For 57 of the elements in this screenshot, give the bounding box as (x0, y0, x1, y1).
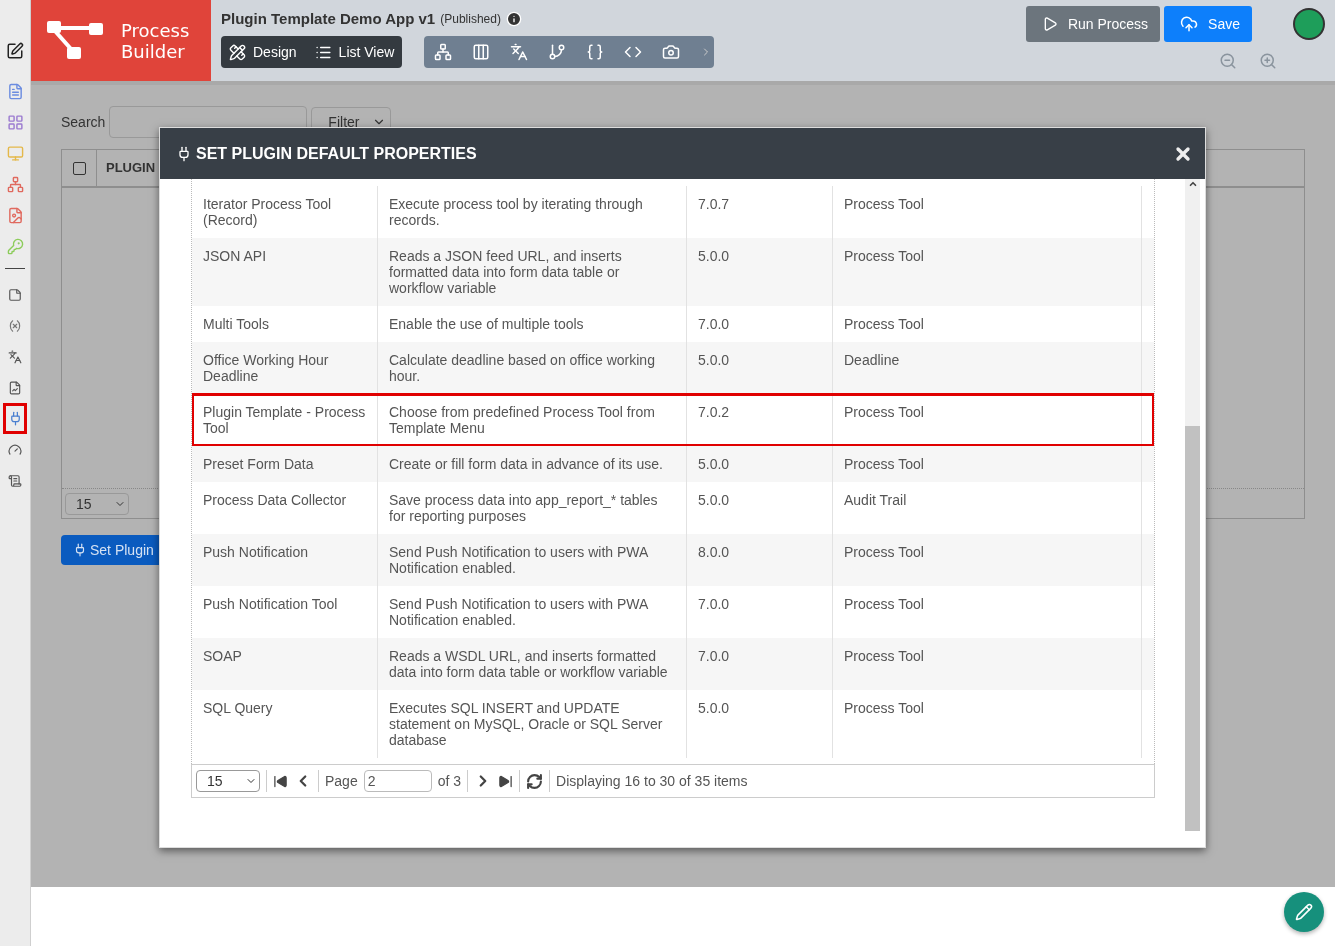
variable-icon (8, 318, 22, 333)
publish-status: (Published) (440, 11, 501, 26)
last-page-icon[interactable] (498, 773, 514, 789)
plug-icon (73, 543, 87, 557)
save-button[interactable]: Save (1164, 6, 1252, 42)
info-icon (505, 10, 522, 27)
zoom-in-icon[interactable] (1259, 52, 1277, 70)
plugin-row[interactable]: Plugin Template - Process Tool Choose from predefined Process Tool from Template Menu 7.0.2 Process Tool (192, 394, 1154, 446)
translate-icon (8, 349, 22, 364)
scroll-up-icon[interactable] (1187, 179, 1198, 189)
plugin-row[interactable]: Office Working Hour Deadline Calculate deadline based on office working hour. 5.0.0 Deadline (192, 342, 1154, 394)
tree-icon (6, 176, 24, 193)
page-size-select[interactable]: 15 (65, 492, 129, 515)
column-header: PLUGIN (96, 150, 156, 186)
page-info: Displaying 16 to 30 of 35 items (556, 773, 748, 789)
table-icon (6, 114, 24, 131)
logo-text: Process Builder (121, 19, 191, 62)
gauge-icon (8, 442, 22, 457)
cloud-upload-icon (1180, 15, 1199, 33)
user-avatar[interactable] (1293, 8, 1325, 40)
key-icon (6, 238, 24, 255)
type-cell: Process Tool (833, 690, 1142, 758)
design-icon (229, 43, 246, 61)
note-icon (8, 287, 22, 302)
document-icon (6, 83, 24, 100)
refresh-icon[interactable] (526, 772, 544, 790)
run-process-button[interactable]: Run Process (1025, 6, 1161, 42)
view-mode-button[interactable]: List View (314, 43, 395, 61)
monitor-icon (6, 145, 24, 162)
hierarchy-icon[interactable] (434, 43, 453, 61)
page-count: of 3 (437, 773, 462, 789)
name-cell: SQL Query (192, 690, 378, 758)
scroll-icon (8, 473, 22, 488)
plugin-row[interactable]: JSON API Reads a JSON feed URL, and inserts formatted data into form data table or workflow variable 5.0.0 Process Tool (192, 238, 1154, 306)
page-size-select[interactable]: 15 (196, 770, 260, 792)
plug-icon (176, 145, 192, 162)
plugin-row[interactable]: Push Notification Send Push Notification to users with PWA Notification enabled. 8.0.0 Process Tool (192, 534, 1154, 586)
search-label: Search (61, 114, 106, 130)
view-mode-button[interactable]: Design (229, 43, 297, 61)
select-all-checkbox[interactable] (73, 161, 86, 175)
dialog-title: SET PLUGIN DEFAULT PROPERTIES (196, 144, 477, 163)
app-title: Plugin Template Demo App v1 (221, 10, 436, 27)
page-label: Page (325, 773, 358, 789)
zoom-out-icon[interactable] (1219, 52, 1237, 70)
description-cell: Executes SQL INSERT and UPDATE statement on MySQL, Oracle or SQL Server database (378, 690, 687, 758)
translate-icon[interactable] (510, 43, 529, 61)
page-field[interactable]: 2 (363, 770, 432, 792)
pencil-icon (1295, 903, 1313, 921)
edit-icon (6, 40, 24, 62)
first-page-icon[interactable] (273, 773, 288, 789)
scrollbar[interactable] (1185, 179, 1200, 831)
plugin-row[interactable]: Preset Form Data Create or fill form data in advance of its use. 5.0.0 Process Tool (192, 446, 1154, 482)
branch-icon[interactable] (548, 43, 567, 61)
version-cell: 5.0.0 (687, 690, 833, 758)
plugin-row[interactable]: SOAP Reads a WSDL URL, and inserts formatted data into form data table or workflow variable 7.0.0 Process Tool (192, 638, 1154, 690)
camera-icon[interactable] (662, 43, 681, 61)
braces-icon[interactable] (586, 43, 605, 61)
